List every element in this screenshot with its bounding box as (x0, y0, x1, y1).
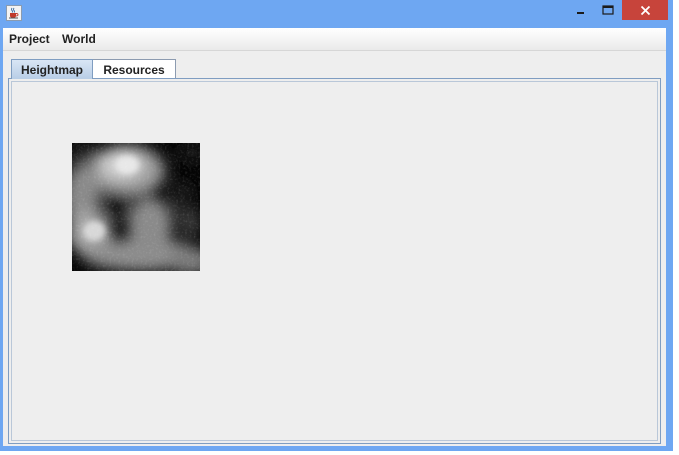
tab-heightmap-label: Heightmap (20, 62, 83, 77)
heightmap-image (72, 143, 200, 271)
maximize-button[interactable] (597, 0, 619, 20)
heightmap-panel (8, 78, 661, 444)
tab-resources[interactable]: Resources (92, 59, 176, 79)
tab-heightmap[interactable]: Heightmap (11, 59, 93, 79)
minimize-button[interactable] (571, 0, 591, 20)
close-button[interactable] (622, 0, 668, 20)
menu-project[interactable]: Project (9, 32, 50, 46)
app-window: Project World Heightmap Resources (0, 0, 673, 451)
maximize-icon (602, 5, 614, 15)
java-cup-icon[interactable] (6, 5, 22, 21)
menu-world[interactable]: World (62, 32, 96, 46)
close-icon (640, 5, 650, 15)
tab-resources-label: Resources (103, 62, 165, 77)
menu-bar: Project World (3, 28, 666, 51)
title-bar[interactable] (0, 0, 673, 28)
minimize-icon (577, 12, 584, 14)
client-area: Project World Heightmap Resources (3, 28, 666, 446)
